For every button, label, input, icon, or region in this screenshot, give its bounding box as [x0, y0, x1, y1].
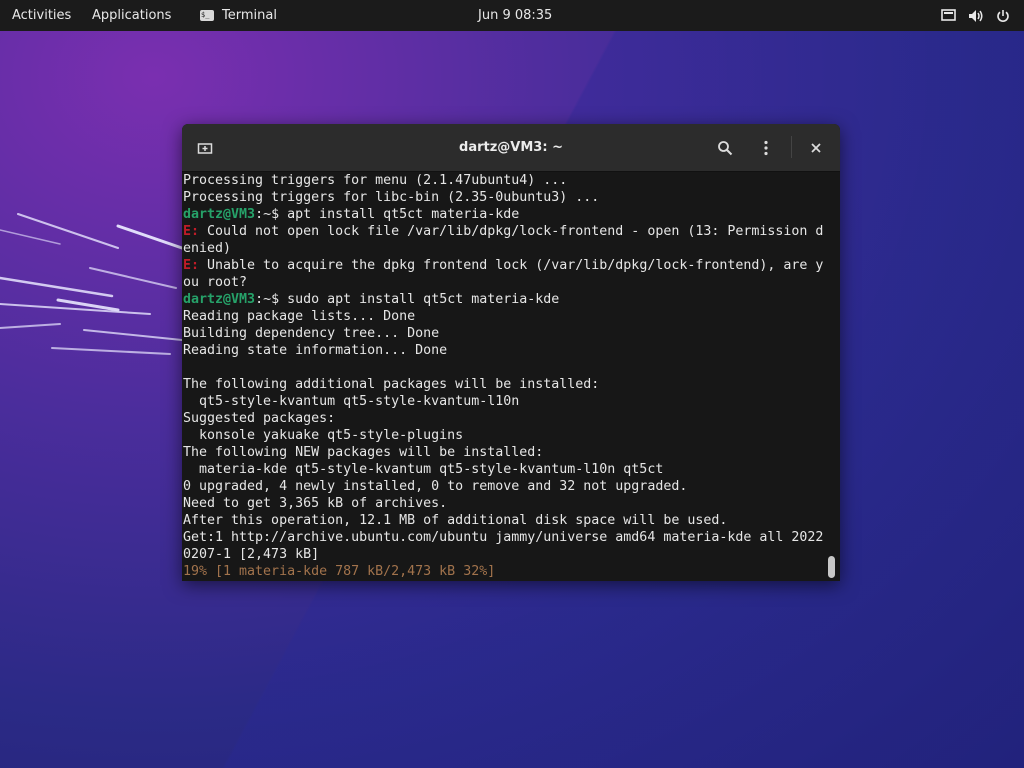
line-text: Processing triggers for menu (2.1.47ubun…: [183, 173, 568, 188]
terminal-line: 19% [1 materia-kde 787 kB/2,473 kB 32%]: [183, 563, 823, 580]
line-text: 0 upgraded, 4 newly installed, 0 to remo…: [183, 479, 688, 494]
power-icon[interactable]: [996, 9, 1010, 23]
header-bar[interactable]: dartz@VM3: ~: [182, 124, 840, 172]
volume-icon[interactable]: [968, 9, 984, 23]
prompt-user-host: dartz@VM3: [183, 207, 256, 222]
line-text: After this operation, 12.1 MB of additio…: [183, 513, 728, 528]
terminal-line: materia-kde qt5-style-kvantum qt5-style-…: [183, 461, 823, 478]
app-menu-label: Terminal: [222, 8, 277, 23]
terminal-line: Building dependency tree... Done: [183, 325, 823, 342]
window-title: dartz@VM3: ~: [459, 140, 563, 155]
app-menu-terminal[interactable]: $_ Terminal: [200, 0, 277, 31]
error-prefix: E:: [183, 224, 200, 239]
terminal-line: Need to get 3,365 kB of archives.: [183, 495, 823, 512]
terminal-line: qt5-style-kvantum qt5-style-kvantum-l10n: [183, 393, 823, 410]
line-text: Reading package lists... Done: [183, 309, 416, 324]
terminal-window[interactable]: dartz@VM3: ~ Processing triggers for men…: [182, 124, 840, 581]
error-prefix: E:: [183, 258, 200, 273]
terminal-line: Reading package lists... Done: [183, 308, 823, 325]
terminal-line: E: Unable to acquire the dpkg frontend l…: [183, 257, 823, 274]
terminal-line: Get:1 http://archive.ubuntu.com/ubuntu j…: [183, 529, 823, 546]
system-tray[interactable]: [941, 0, 1010, 31]
clock[interactable]: Jun 9 08:35: [478, 0, 552, 31]
prompt-path: :~$: [255, 207, 288, 222]
terminal-line: Processing triggers for libc-bin (2.35-0…: [183, 189, 823, 206]
line-text: 0207-1 [2,473 kB]: [183, 547, 320, 562]
line-text: Reading state information... Done: [183, 343, 448, 358]
line-text: enied): [183, 241, 232, 256]
terminal-line: konsole yakuake qt5-style-plugins: [183, 427, 823, 444]
line-text: ou root?: [183, 275, 248, 290]
terminal-line: Processing triggers for menu (2.1.47ubun…: [183, 172, 823, 189]
close-icon: [811, 143, 821, 153]
screen-icon[interactable]: [941, 9, 956, 22]
terminal-app-icon: $_: [200, 10, 214, 21]
line-text: materia-kde qt5-style-kvantum qt5-style-…: [183, 462, 664, 477]
terminal-line: enied): [183, 240, 823, 257]
close-button[interactable]: [802, 134, 830, 162]
applications-button[interactable]: Applications: [92, 0, 171, 31]
line-text: Suggested packages:: [183, 411, 336, 426]
search-button[interactable]: [711, 134, 739, 162]
line-text: Could not open lock file /var/lib/dpkg/l…: [199, 224, 823, 239]
line-text: sudo apt install qt5ct materia-kde: [287, 292, 560, 307]
line-text: Need to get 3,365 kB of archives.: [183, 496, 448, 511]
terminal-line: 0207-1 [2,473 kB]: [183, 546, 823, 563]
terminal-line: dartz@VM3:~$ sudo apt install qt5ct mate…: [183, 291, 823, 308]
terminal-line: E: Could not open lock file /var/lib/dpk…: [183, 223, 823, 240]
menu-button[interactable]: [752, 134, 780, 162]
line-text: apt install qt5ct materia-kde: [287, 207, 520, 222]
line-text: Get:1 http://archive.ubuntu.com/ubuntu j…: [183, 530, 823, 545]
line-text: Building dependency tree... Done: [183, 326, 440, 341]
line-text: The following additional packages will b…: [183, 377, 600, 392]
hamburger-menu-icon: [764, 140, 768, 156]
terminal-line: The following NEW packages will be insta…: [183, 444, 823, 461]
line-text: The following NEW packages will be insta…: [183, 445, 544, 460]
header-separator: [791, 136, 792, 158]
terminal-line: The following additional packages will b…: [183, 376, 823, 393]
terminal-output[interactable]: Processing triggers for menu (2.1.47ubun…: [183, 172, 823, 580]
search-icon: [718, 141, 733, 156]
prompt-user-host: dartz@VM3: [183, 292, 256, 307]
terminal-line: dartz@VM3:~$ apt install qt5ct materia-k…: [183, 206, 823, 223]
terminal-line: Reading state information... Done: [183, 342, 823, 359]
line-text: qt5-style-kvantum qt5-style-kvantum-l10n: [183, 394, 520, 409]
top-bar: Activities Applications $_ Terminal Jun …: [0, 0, 1024, 31]
terminal-line: Suggested packages:: [183, 410, 823, 427]
line-text: Unable to acquire the dpkg frontend lock…: [199, 258, 823, 273]
terminal-line: ou root?: [183, 274, 823, 291]
terminal-line: 0 upgraded, 4 newly installed, 0 to remo…: [183, 478, 823, 495]
activities-button[interactable]: Activities: [12, 0, 71, 31]
wallpaper-streaks: [0, 213, 184, 355]
line-text: Processing triggers for libc-bin (2.35-0…: [183, 190, 600, 205]
line-text: konsole yakuake qt5-style-plugins: [183, 428, 464, 443]
prompt-path: :~$: [255, 292, 288, 307]
terminal-line: After this operation, 12.1 MB of additio…: [183, 512, 823, 529]
terminal-scrollbar[interactable]: [828, 556, 835, 578]
download-progress: 19% [1 materia-kde 787 kB/2,473 kB 32%]: [183, 564, 496, 579]
